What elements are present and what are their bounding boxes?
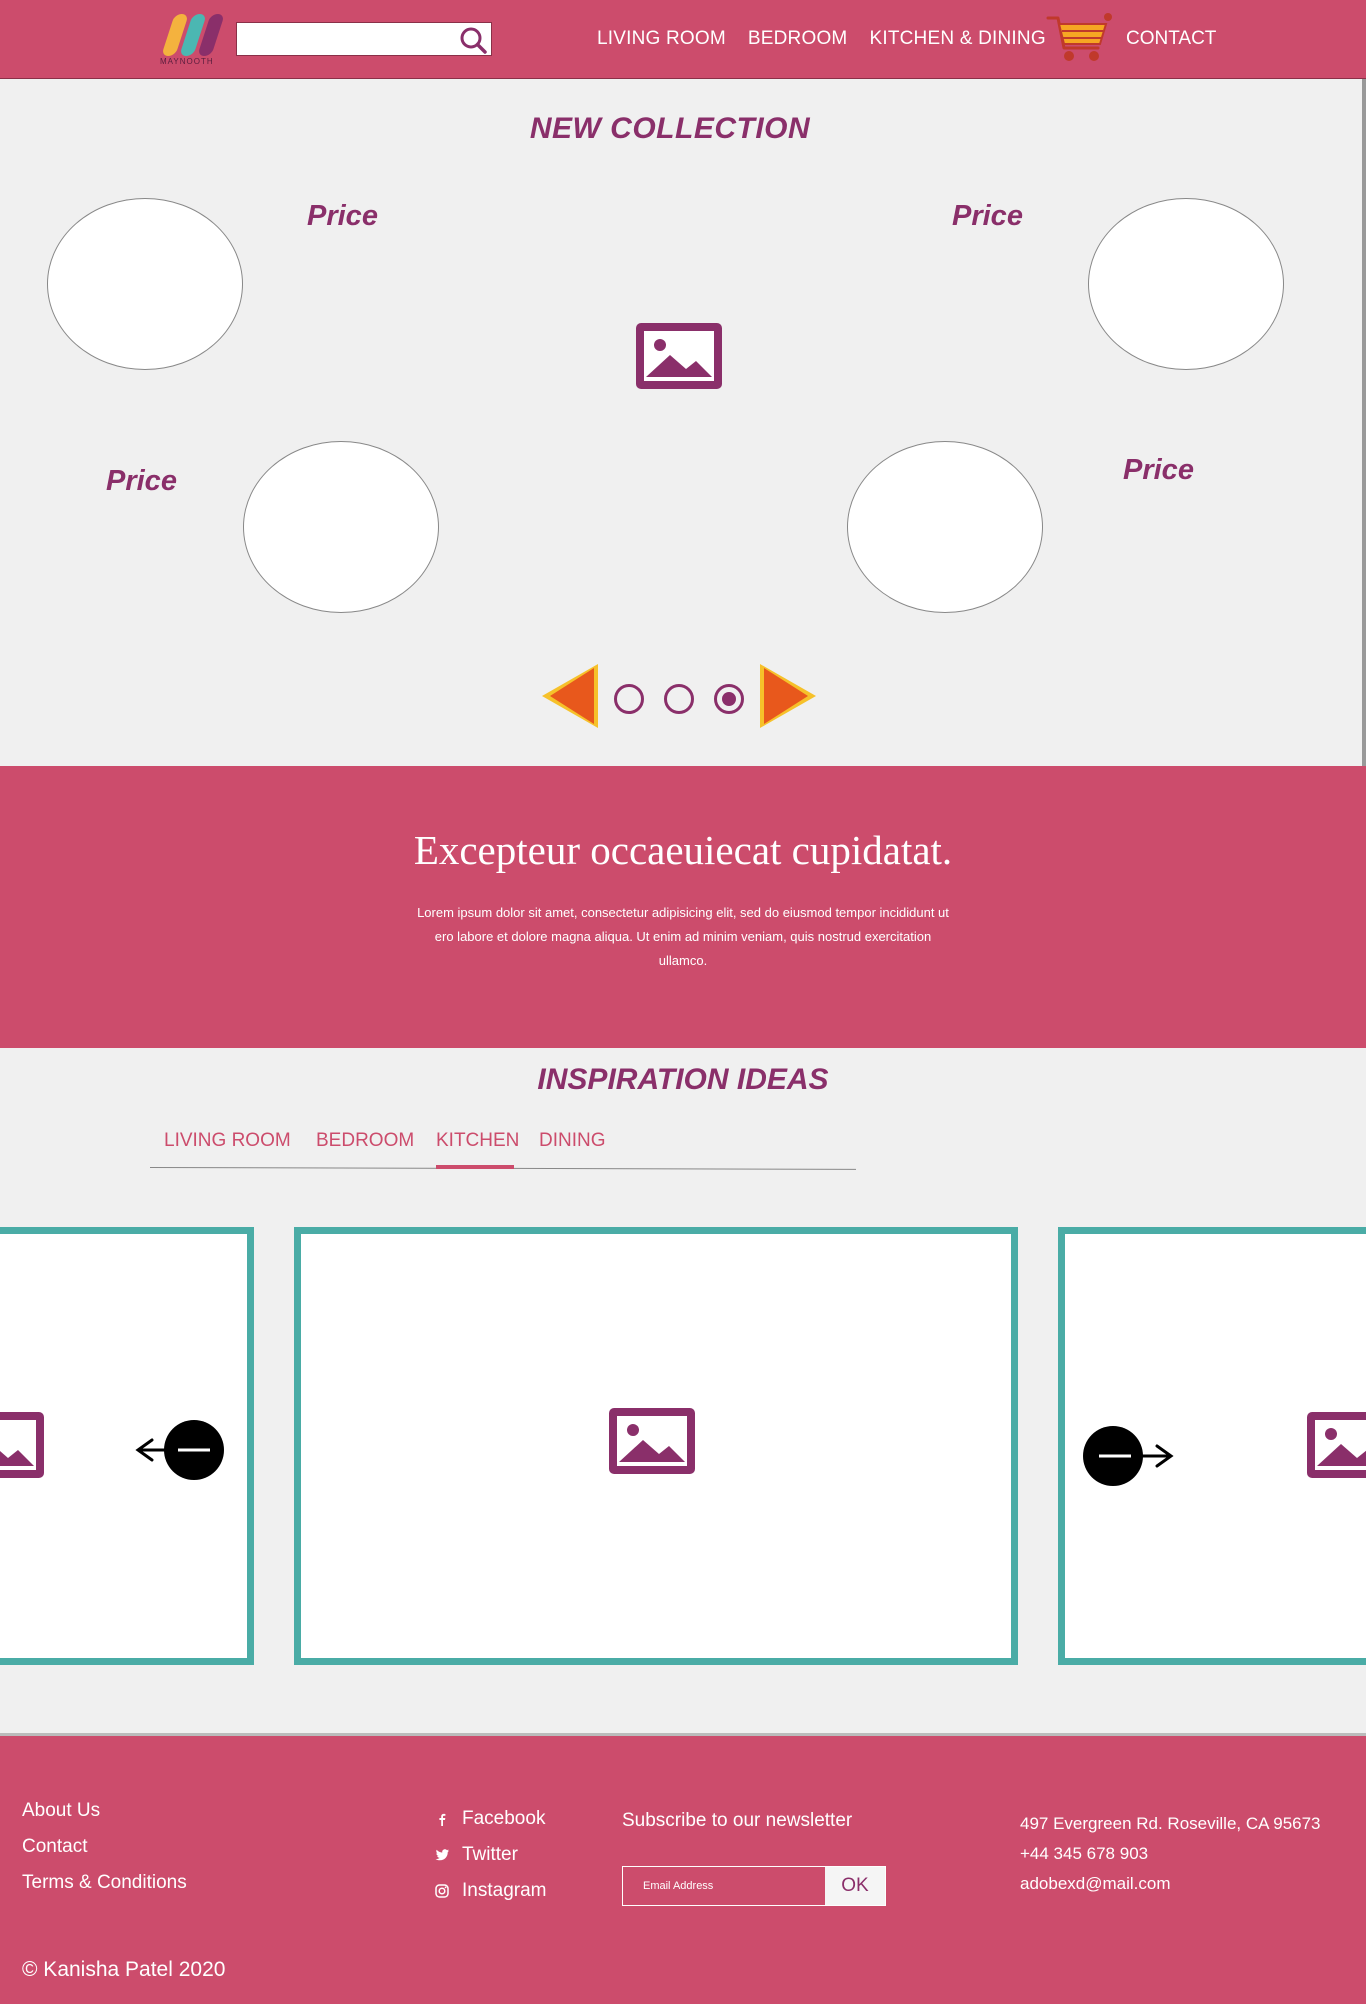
- nav-bedroom[interactable]: BEDROOM: [748, 28, 848, 50]
- newsletter-submit-button[interactable]: OK: [825, 1867, 885, 1905]
- social-label: Twitter: [462, 1844, 518, 1865]
- carousel-prev-arrow-icon[interactable]: [540, 662, 600, 730]
- price-label-2: Price: [952, 200, 1023, 232]
- vertical-scrollbar[interactable]: [1362, 79, 1366, 766]
- search-input[interactable]: [237, 23, 455, 55]
- copyright-text: © Kanisha Patel 2020: [22, 1958, 226, 1981]
- carousel-dot-1[interactable]: [614, 684, 644, 714]
- search-icon[interactable]: [459, 26, 487, 54]
- newsletter-title: Subscribe to our newsletter: [622, 1810, 853, 1831]
- logo-mark: [158, 12, 225, 56]
- social-instagram[interactable]: Instagram: [434, 1880, 546, 1902]
- banner-title: Excepteur occaeuiecat cupidatat.: [413, 827, 953, 873]
- footer-link-contact[interactable]: Contact: [22, 1836, 87, 1858]
- facebook-icon: [439, 1813, 446, 1826]
- slide-next-arrow-icon[interactable]: [1079, 1424, 1175, 1488]
- social-twitter[interactable]: Twitter: [434, 1844, 518, 1866]
- logo-text: MAYNOOTH: [160, 57, 214, 66]
- brand-logo[interactable]: MAYNOOTH: [158, 12, 225, 68]
- nav-living-room[interactable]: LIVING ROOM: [597, 28, 726, 50]
- tab-bedroom[interactable]: BEDROOM: [316, 1130, 414, 1152]
- footer-address: 497 Evergreen Rd. Roseville, CA 95673: [1020, 1814, 1321, 1833]
- search-box: [236, 22, 492, 56]
- slide-prev-arrow-icon[interactable]: [134, 1418, 230, 1482]
- image-placeholder-icon: [609, 1408, 695, 1474]
- price-label-1: Price: [307, 200, 378, 232]
- product-circle-2[interactable]: [1088, 198, 1284, 370]
- product-circle-4[interactable]: [847, 441, 1043, 613]
- newsletter-email-input[interactable]: [623, 1867, 825, 1905]
- carousel-next-arrow-icon[interactable]: [758, 662, 818, 730]
- active-tab-indicator: [436, 1165, 514, 1169]
- main-nav: LIVING ROOM BEDROOM KITCHEN & DINING: [597, 28, 1068, 50]
- inspiration-card-right[interactable]: [1058, 1227, 1366, 1665]
- image-placeholder-icon: [636, 323, 722, 389]
- carousel-dot-2[interactable]: [664, 684, 694, 714]
- inspiration-card-center[interactable]: [294, 1227, 1018, 1665]
- image-placeholder-icon: [1307, 1412, 1366, 1478]
- carousel-dot-3[interactable]: [714, 684, 744, 714]
- new-collection-title: NEW COLLECTION: [529, 112, 811, 145]
- tab-dining[interactable]: DINING: [539, 1130, 606, 1152]
- inspiration-tabs: LIVING ROOM BEDROOM KITCHEN DINING: [149, 1130, 856, 1170]
- tab-kitchen[interactable]: KITCHEN: [436, 1130, 519, 1152]
- inspiration-title: INSPIRATION IDEAS: [537, 1063, 829, 1096]
- footer-link-about[interactable]: About Us: [22, 1800, 100, 1822]
- site-header: MAYNOOTH LIVING ROOM BEDROOM KITCHEN & D…: [0, 0, 1366, 79]
- instagram-icon: [435, 1884, 449, 1898]
- price-label-3: Price: [106, 465, 177, 497]
- site-footer: About Us Contact Terms & Conditions Face…: [0, 1736, 1366, 2004]
- footer-email[interactable]: adobexd@mail.com: [1020, 1874, 1171, 1894]
- nav-contact[interactable]: CONTACT: [1126, 28, 1216, 50]
- image-placeholder-icon: [0, 1412, 44, 1478]
- footer-phone: +44 345 678 903: [1020, 1844, 1149, 1863]
- carousel-controls: [540, 660, 820, 734]
- twitter-icon: [435, 1849, 449, 1861]
- product-circle-3[interactable]: [243, 441, 439, 613]
- product-circle-1[interactable]: [47, 198, 243, 370]
- banner-body: Lorem ipsum dolor sit amet, consectetur …: [417, 905, 949, 968]
- price-label-4: Price: [1123, 454, 1194, 486]
- newsletter-form: OK: [622, 1866, 886, 1906]
- nav-kitchen-dining[interactable]: KITCHEN & DINING: [869, 28, 1045, 50]
- inspiration-card-left[interactable]: [0, 1227, 254, 1665]
- shopping-cart-icon[interactable]: [1046, 12, 1114, 66]
- social-label: Instagram: [462, 1880, 547, 1901]
- social-label: Facebook: [462, 1808, 546, 1829]
- promo-banner: Excepteur occaeuiecat cupidatat. Lorem i…: [0, 766, 1366, 1048]
- social-facebook[interactable]: Facebook: [434, 1808, 545, 1830]
- tab-living-room[interactable]: LIVING ROOM: [164, 1130, 291, 1152]
- footer-link-terms[interactable]: Terms & Conditions: [22, 1872, 187, 1894]
